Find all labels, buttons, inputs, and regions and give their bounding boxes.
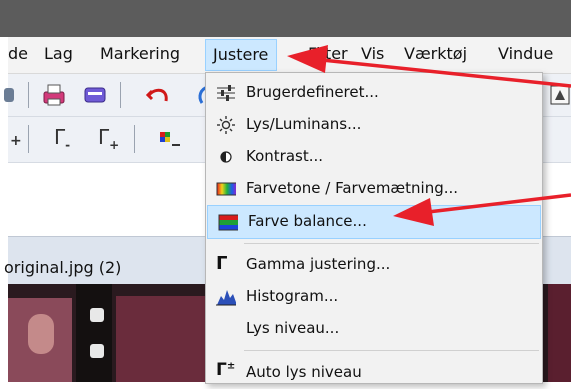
annotation-arrows xyxy=(287,45,571,226)
annotation-arrow-to-item xyxy=(393,193,571,226)
annotation-arrow-to-menu xyxy=(287,45,571,88)
